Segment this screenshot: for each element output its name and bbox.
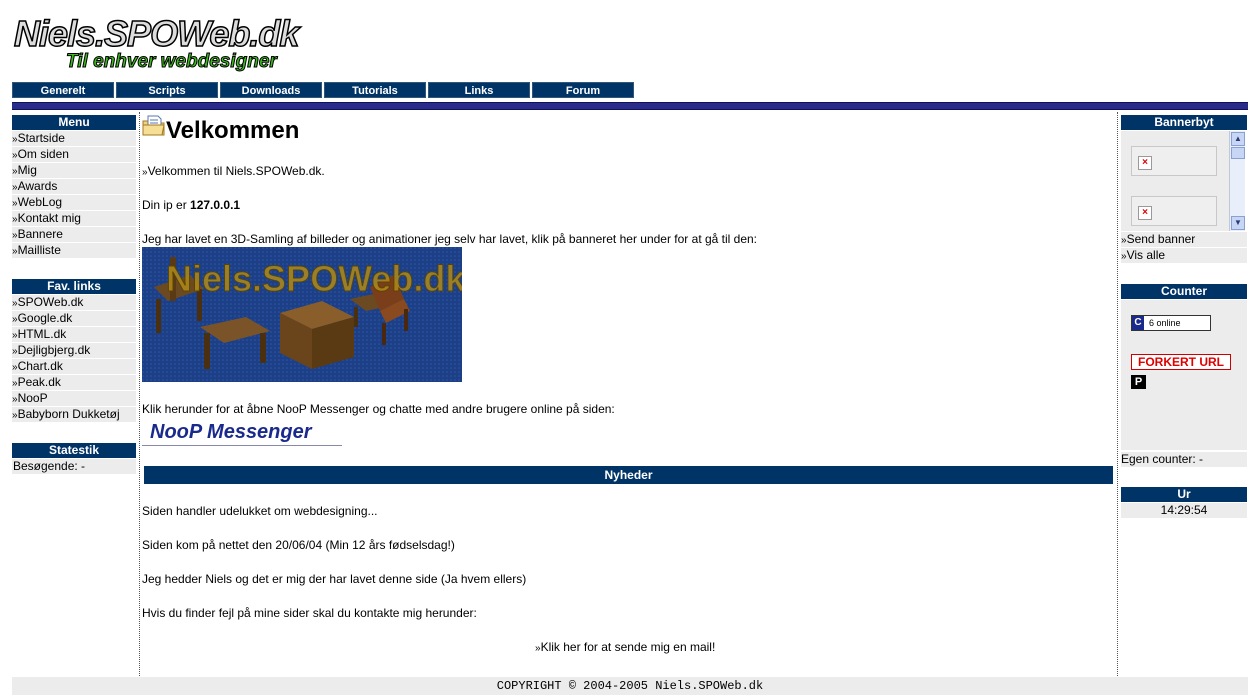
fav-links-title: Fav. links xyxy=(12,279,136,294)
right-column-divider xyxy=(1117,112,1118,678)
fav-link-chart[interactable]: »Chart.dk xyxy=(12,359,136,374)
nav-forum[interactable]: Forum xyxy=(532,82,634,98)
clock-time: 14:29:54 xyxy=(1121,503,1247,518)
news-line-2: Siden kom på nettet den 20/06/04 (Min 12… xyxy=(142,538,455,552)
p-badge-icon[interactable]: P xyxy=(1131,375,1146,389)
scroll-up-icon[interactable]: ▲ xyxy=(1231,132,1245,146)
menu-item-awards[interactable]: »Awards xyxy=(12,179,136,194)
menu-box: Menu »Startside »Om siden »Mig »Awards »… xyxy=(12,115,136,258)
visitors-count: Besøgende: - xyxy=(12,459,136,474)
folder-note-icon xyxy=(142,114,166,138)
header-divider-bar xyxy=(12,102,1248,110)
mail-link[interactable]: »Klik her for at sende mig en mail! xyxy=(535,640,715,656)
menu-item-mailliste[interactable]: »Mailliste xyxy=(12,243,136,258)
broken-image-icon: × xyxy=(1138,206,1152,220)
bannerbyt-links: »Send banner »Vis alle xyxy=(1121,231,1247,263)
nav-downloads[interactable]: Downloads xyxy=(220,82,322,98)
vis-alle-link[interactable]: »Vis alle xyxy=(1121,248,1247,263)
counter-title: Counter xyxy=(1121,284,1247,299)
fav-link-spoweb[interactable]: »SPOWeb.dk xyxy=(12,295,136,310)
menu-item-om-siden[interactable]: »Om siden xyxy=(12,147,136,162)
send-banner-link[interactable]: »Send banner xyxy=(1121,232,1247,247)
clock-box: Ur 14:29:54 xyxy=(1121,487,1247,518)
fav-link-google[interactable]: »Google.dk xyxy=(12,311,136,326)
nav-generelt[interactable]: Generelt xyxy=(12,82,114,98)
fav-link-peak[interactable]: »Peak.dk xyxy=(12,375,136,390)
site-logo-title[interactable]: Niels.SPOWeb.dk xyxy=(13,13,300,55)
bannerbyt-box: Bannerbyt xyxy=(1121,115,1247,130)
egen-counter[interactable]: Egen counter: - xyxy=(1121,452,1247,467)
menu-box-title: Menu xyxy=(12,115,136,130)
news-line-1: Siden handler udelukket om webdesigning.… xyxy=(142,504,378,518)
news-line-3: Jeg hedder Niels og det er mig der har l… xyxy=(142,572,527,586)
nav-links[interactable]: Links xyxy=(428,82,530,98)
footer-copyright: COPYRIGHT © 2004-2005 Niels.SPOWeb.dk xyxy=(12,677,1248,695)
broken-image-icon: × xyxy=(1138,156,1152,170)
stats-box: Statestik Besøgende: - xyxy=(12,443,136,474)
scroll-down-icon[interactable]: ▼ xyxy=(1231,216,1245,230)
menu-item-weblog[interactable]: »WebLog xyxy=(12,195,136,210)
noop-description: Klik herunder for at åbne NooP Messenger… xyxy=(142,402,615,416)
nav-tutorials[interactable]: Tutorials xyxy=(324,82,426,98)
banner-slot[interactable]: × xyxy=(1131,146,1217,176)
banner-text: Niels.SPOWeb.dk xyxy=(166,258,462,299)
noop-logo-text: NooP Messenger xyxy=(150,421,312,443)
bannerbyt-title: Bannerbyt xyxy=(1121,115,1247,130)
menu-item-startside[interactable]: »Startside xyxy=(12,131,136,146)
fav-link-dejligbjerg[interactable]: »Dejligbjerg.dk xyxy=(12,343,136,358)
samling-text: Jeg har lavet en 3D-Samling af billeder … xyxy=(142,232,758,246)
banner-slot[interactable]: × xyxy=(1131,196,1217,226)
3d-collection-banner[interactable]: Niels.SPOWeb.dk xyxy=(142,247,462,382)
fav-link-html[interactable]: »HTML.dk xyxy=(12,327,136,342)
banner-scrollbar[interactable]: ▲ ▼ xyxy=(1229,131,1245,231)
ip-text: Din ip er 127.0.0.1 xyxy=(142,198,241,212)
clock-title: Ur xyxy=(1121,487,1247,502)
news-section: Nyheder xyxy=(144,466,1113,484)
left-column-divider xyxy=(139,112,140,678)
fav-links-box: Fav. links »SPOWeb.dk »Google.dk »HTML.d… xyxy=(12,279,136,422)
online-count: 6 online xyxy=(1149,318,1181,328)
forkert-url-badge[interactable]: FORKERT URL xyxy=(1131,354,1231,370)
counter-box: Counter xyxy=(1121,284,1247,299)
noop-messenger-logo[interactable]: NooP Messenger xyxy=(142,421,342,446)
menu-item-kontakt-mig[interactable]: »Kontakt mig xyxy=(12,211,136,226)
banner-scroll-area[interactable]: × × xyxy=(1121,131,1245,231)
nav-scripts[interactable]: Scripts xyxy=(116,82,218,98)
news-title: Nyheder xyxy=(144,466,1113,484)
menu-item-bannere[interactable]: »Bannere xyxy=(12,227,136,242)
news-line-4: Hvis du finder fejl på mine sider skal d… xyxy=(142,606,477,620)
online-counter-badge[interactable]: C 6 online xyxy=(1131,315,1211,331)
fav-link-babyborn[interactable]: »Babyborn Dukketøj xyxy=(12,407,136,422)
fav-link-noop[interactable]: »NooP xyxy=(12,391,136,406)
top-nav: Generelt Scripts Downloads Tutorials Lin… xyxy=(12,82,636,98)
welcome-text: »Velkommen til Niels.SPOWeb.dk. xyxy=(142,164,325,178)
scrollbar-thumb[interactable] xyxy=(1231,147,1245,159)
online-badge-letter: C xyxy=(1132,316,1144,330)
site-logo-tagline: Til enhver webdesigner xyxy=(66,51,278,73)
menu-item-mig[interactable]: »Mig xyxy=(12,163,136,178)
page-title: Velkommen xyxy=(166,117,300,144)
stats-title: Statestik xyxy=(12,443,136,458)
